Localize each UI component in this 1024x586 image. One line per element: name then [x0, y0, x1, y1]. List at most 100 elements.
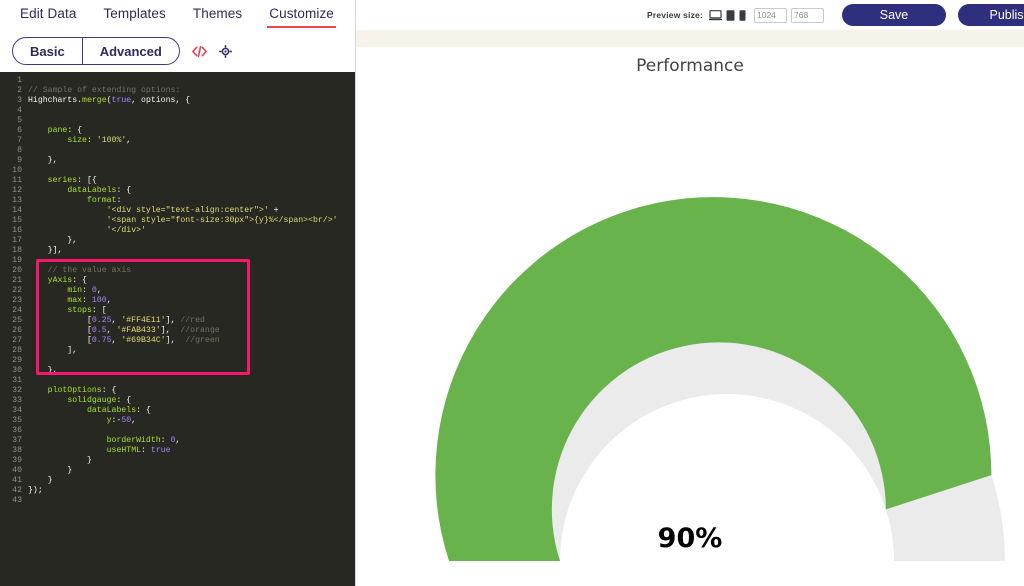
customize-panel: Edit Data Templates Themes Customize Bas…: [0, 0, 356, 586]
tab-templates[interactable]: Templates: [101, 0, 167, 26]
code-icon[interactable]: [191, 45, 207, 57]
code-line-text: }: [28, 476, 53, 485]
code-line-text: }: [28, 466, 73, 475]
code-line-number: 36: [12, 426, 22, 435]
code-line-text: dataLabels: {: [86, 406, 151, 415]
code-line-number: 24: [12, 306, 22, 315]
code-line-text: solidgauge: {: [67, 396, 132, 405]
tab-customize[interactable]: Customize: [267, 0, 336, 28]
mode-toolbar: Basic Advanced: [0, 30, 355, 72]
code-line: 11 series: [{: [0, 176, 355, 186]
code-line-number: 23: [12, 296, 22, 305]
code-line: 20 // the value axis: [0, 266, 355, 276]
code-line-number: 16: [12, 226, 22, 235]
code-line-text: size: '100%',: [67, 136, 132, 145]
main-tab-bar: Edit Data Templates Themes Customize: [0, 0, 355, 30]
gear-icon[interactable]: [219, 44, 232, 58]
code-line-number: 31: [12, 376, 22, 385]
code-line-text: yAxis: {: [47, 276, 87, 285]
preview-size-group: Preview size:: [647, 7, 824, 23]
code-line-number: 12: [12, 186, 22, 195]
code-line-number: 29: [12, 356, 22, 365]
code-line-text: min: 0,: [67, 286, 102, 295]
code-line-text: ],: [28, 346, 78, 355]
code-line: 13 format:: [0, 196, 355, 206]
code-line-number: 28: [12, 346, 22, 355]
code-line: 8: [0, 146, 355, 156]
code-line: 37 borderWidth: 0,: [0, 436, 355, 446]
code-line: 12 dataLabels: {: [0, 186, 355, 196]
code-line-text: pane: {: [47, 126, 83, 135]
code-line: 5: [0, 116, 355, 126]
code-line: 40 }: [0, 466, 355, 476]
code-line-text: }],: [28, 246, 63, 255]
code-line-number: 4: [17, 106, 22, 115]
code-line: 32 plotOptions: {: [0, 386, 355, 396]
code-line-number: 22: [12, 286, 22, 295]
code-editor[interactable]: 1 2 // Sample of extending options: 3 Highch…: [0, 72, 355, 586]
code-line: 2 // Sample of extending options:: [0, 86, 355, 96]
code-line-text: plotOptions: {: [47, 386, 117, 395]
code-line-number: 30: [12, 366, 22, 375]
code-line-number: 1: [17, 76, 22, 85]
code-line-number: 5: [17, 116, 22, 125]
code-line-number: 18: [12, 246, 22, 255]
code-editor-content: 1 2 // Sample of extending options: 3 Highch…: [0, 72, 355, 506]
tab-edit-data[interactable]: Edit Data: [18, 0, 78, 26]
tab-themes[interactable]: Themes: [191, 0, 244, 26]
phone-icon[interactable]: [739, 9, 746, 21]
code-line-number: 43: [12, 496, 22, 505]
code-line-text: // the value axis: [47, 266, 132, 275]
code-line: 28 ],: [0, 346, 355, 356]
code-line-number: 38: [12, 446, 22, 455]
code-line: 21 yAxis: {: [0, 276, 355, 286]
code-line-number: 26: [12, 326, 22, 335]
desktop-icon[interactable]: [709, 9, 722, 21]
code-line-text: useHTML: true: [106, 446, 171, 455]
code-line: 43: [0, 496, 355, 506]
code-line: 7 size: '100%',: [0, 136, 355, 146]
preview-toolbar: Preview size: Save Publish: [356, 0, 1024, 30]
code-line: 9 },: [0, 156, 355, 166]
preview-width-input[interactable]: [754, 7, 787, 23]
code-line-text: '<div style="text-align:center">' +: [106, 206, 279, 215]
code-line-text: format:: [86, 196, 122, 205]
save-button[interactable]: Save: [842, 4, 946, 26]
code-line-number: 20: [12, 266, 22, 275]
code-line-number: 14: [12, 206, 22, 215]
code-line: 19: [0, 256, 355, 266]
code-line-text: },: [28, 366, 58, 375]
code-line-number: 39: [12, 456, 22, 465]
basic-mode-button[interactable]: Basic: [13, 38, 83, 64]
code-line-text: Highcharts.merge(true, options, {: [28, 96, 191, 105]
code-line-number: 19: [12, 256, 22, 265]
preview-size-label: Preview size:: [647, 10, 703, 20]
code-line-number: 35: [12, 416, 22, 425]
code-line: 26 [0.5, '#FAB433'], //orange: [0, 326, 355, 336]
code-line-number: 33: [12, 396, 22, 405]
code-line: 27 [0.75, '#69B34C'], //green: [0, 336, 355, 346]
advanced-mode-button[interactable]: Advanced: [83, 38, 179, 64]
code-line: 15 '<span style="font-size:30px">{y}%</s…: [0, 216, 355, 226]
publish-button[interactable]: Publish: [958, 4, 1024, 26]
code-line: 38 useHTML: true: [0, 446, 355, 456]
code-line: 29: [0, 356, 355, 366]
code-line-text: }: [28, 456, 92, 465]
code-line-text: '<span style="font-size:30px">{y}%</span…: [106, 216, 338, 225]
code-line-number: 32: [12, 386, 22, 395]
code-line-text: [0.25, '#FF4E11'], //red: [28, 316, 205, 325]
code-line-number: 2: [17, 86, 22, 95]
code-line-number: 7: [17, 136, 22, 145]
code-line: 36: [0, 426, 355, 436]
preview-height-input[interactable]: [791, 7, 824, 23]
code-line: 16 '</div>': [0, 226, 355, 236]
code-line-text: y:-50,: [106, 416, 137, 425]
gauge-value-label: 90%: [657, 523, 723, 554]
code-line: 1: [0, 76, 355, 86]
code-line-number: 17: [12, 236, 22, 245]
code-line: 6 pane: {: [0, 126, 355, 136]
code-line: 41 }: [0, 476, 355, 486]
code-line-number: 8: [17, 146, 22, 155]
code-line-number: 40: [12, 466, 22, 475]
tablet-icon[interactable]: [726, 9, 735, 21]
